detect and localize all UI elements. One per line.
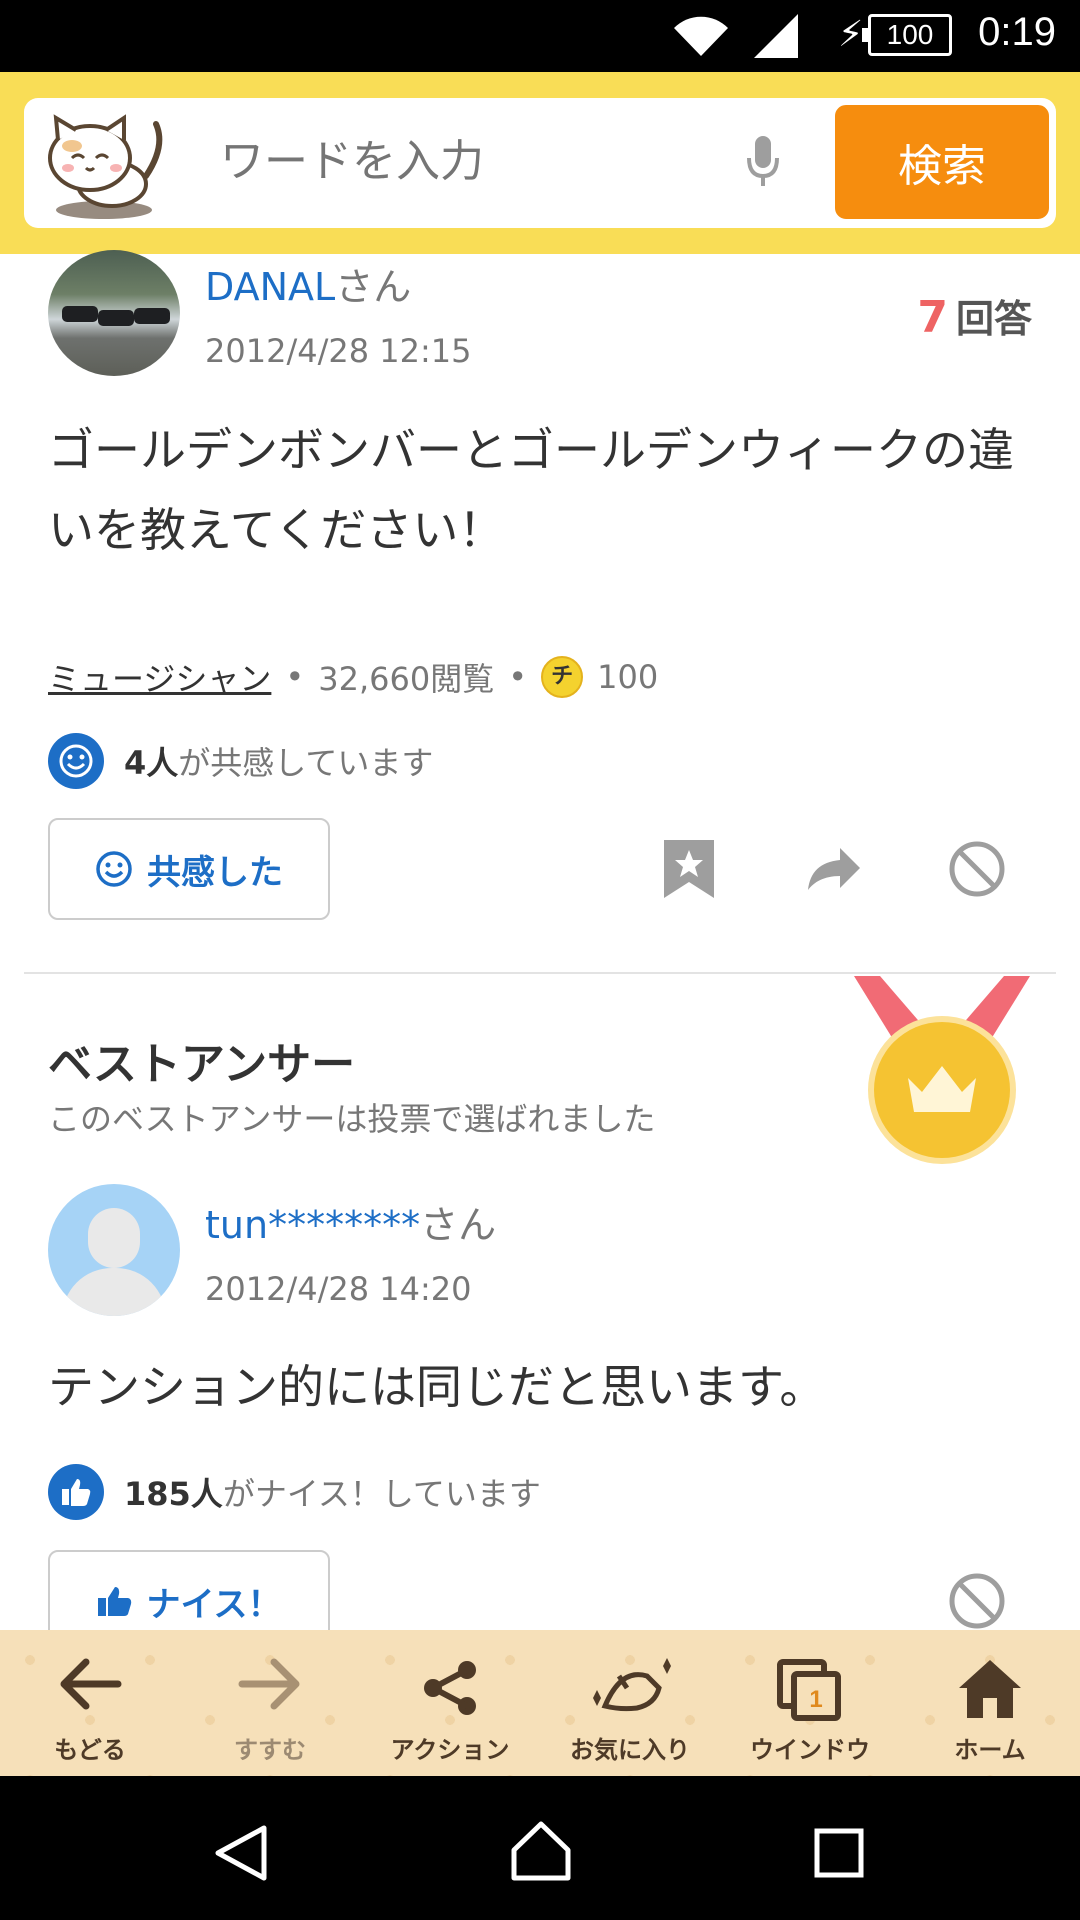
forward-arrow-icon: [238, 1658, 300, 1710]
signal-icon: [754, 14, 798, 58]
toolbar-action[interactable]: アクション: [360, 1630, 540, 1776]
coin-value: 100: [597, 658, 659, 696]
toolbar-window[interactable]: 1 ウインドウ: [720, 1630, 900, 1776]
home-icon: [959, 1660, 1021, 1718]
search-button[interactable]: 検索: [832, 102, 1052, 222]
toolbar-home[interactable]: ホーム: [900, 1630, 1080, 1776]
empathy-summary: 4人 が共感しています: [48, 733, 433, 789]
svg-text:1: 1: [809, 1686, 822, 1713]
share-icon: [424, 1661, 476, 1715]
question-meta: ミュージシャン • 32,660閲覧 • チ 100: [48, 652, 658, 702]
questioner-avatar[interactable]: [48, 250, 180, 376]
battery-icon: 100: [862, 14, 952, 56]
questioner-name[interactable]: DANALさん: [205, 256, 411, 311]
question-body: ゴールデンボンバーとゴールデンウィークの違いを教えてください！: [48, 423, 1014, 557]
clock: 0:19: [978, 10, 1056, 54]
empathy-button[interactable]: 共感した: [48, 818, 330, 920]
charging-icon: ⚡: [838, 14, 864, 55]
answerer-name[interactable]: tun********さん: [205, 1194, 496, 1249]
mic-icon[interactable]: [746, 134, 780, 188]
toolbar-forward[interactable]: すすむ: [180, 1630, 360, 1776]
nice-count: 185人: [124, 1475, 223, 1513]
status-bar: ⚡ 100 0:19: [0, 0, 1080, 72]
nav-recents-icon[interactable]: [814, 1828, 864, 1878]
best-answer-title: ベストアンサー: [48, 1039, 356, 1090]
back-arrow-icon: [60, 1658, 122, 1710]
window-icon: 1: [777, 1659, 841, 1721]
question-date: 2012/4/28 12:15: [205, 332, 472, 370]
medal-icon: [854, 976, 1030, 1164]
block-icon[interactable]: [948, 840, 1006, 898]
toolbar-back[interactable]: もどる: [0, 1630, 180, 1776]
nav-home-icon[interactable]: [510, 1820, 572, 1882]
toolbar-favorites[interactable]: お気に入り: [540, 1630, 720, 1776]
answer-body: テンション的には同じだと思います。: [48, 1360, 826, 1414]
bookmark-icon[interactable]: [662, 838, 716, 900]
best-answer-subtitle: このベストアンサーは投票で選ばれました: [48, 1100, 656, 1138]
search-input[interactable]: [220, 136, 720, 187]
android-nav-bar: [0, 1776, 1080, 1920]
bottom-toolbar: もどる すすむ アクション お気に入り 1 ウインドウ ホーム: [0, 1630, 1080, 1776]
answer-count[interactable]: 7 回答: [917, 288, 1032, 343]
nice-summary: 185人 がナイス！しています: [48, 1464, 541, 1520]
category-link[interactable]: ミュージシャン: [48, 654, 271, 700]
answer-date: 2012/4/28 14:20: [205, 1270, 472, 1308]
cat-mascot-icon[interactable]: [34, 106, 174, 222]
thumbs-up-icon: [97, 1587, 131, 1616]
answerer-avatar[interactable]: [48, 1184, 180, 1316]
coin-icon: チ: [541, 656, 584, 698]
wifi-icon: [674, 16, 728, 56]
block-icon[interactable]: [948, 1572, 1006, 1630]
smile-icon: [96, 851, 132, 887]
search-box: 検索: [24, 98, 1056, 228]
search-header: 検索: [0, 72, 1080, 254]
nav-back-icon[interactable]: [214, 1824, 268, 1882]
empathy-count: 4人: [124, 744, 179, 782]
smile-icon: [48, 733, 104, 789]
favorite-icon: [593, 1658, 671, 1712]
thumbs-up-icon: [48, 1464, 104, 1520]
share-icon[interactable]: [806, 846, 862, 892]
view-count: 32,660閲覧: [318, 660, 495, 698]
